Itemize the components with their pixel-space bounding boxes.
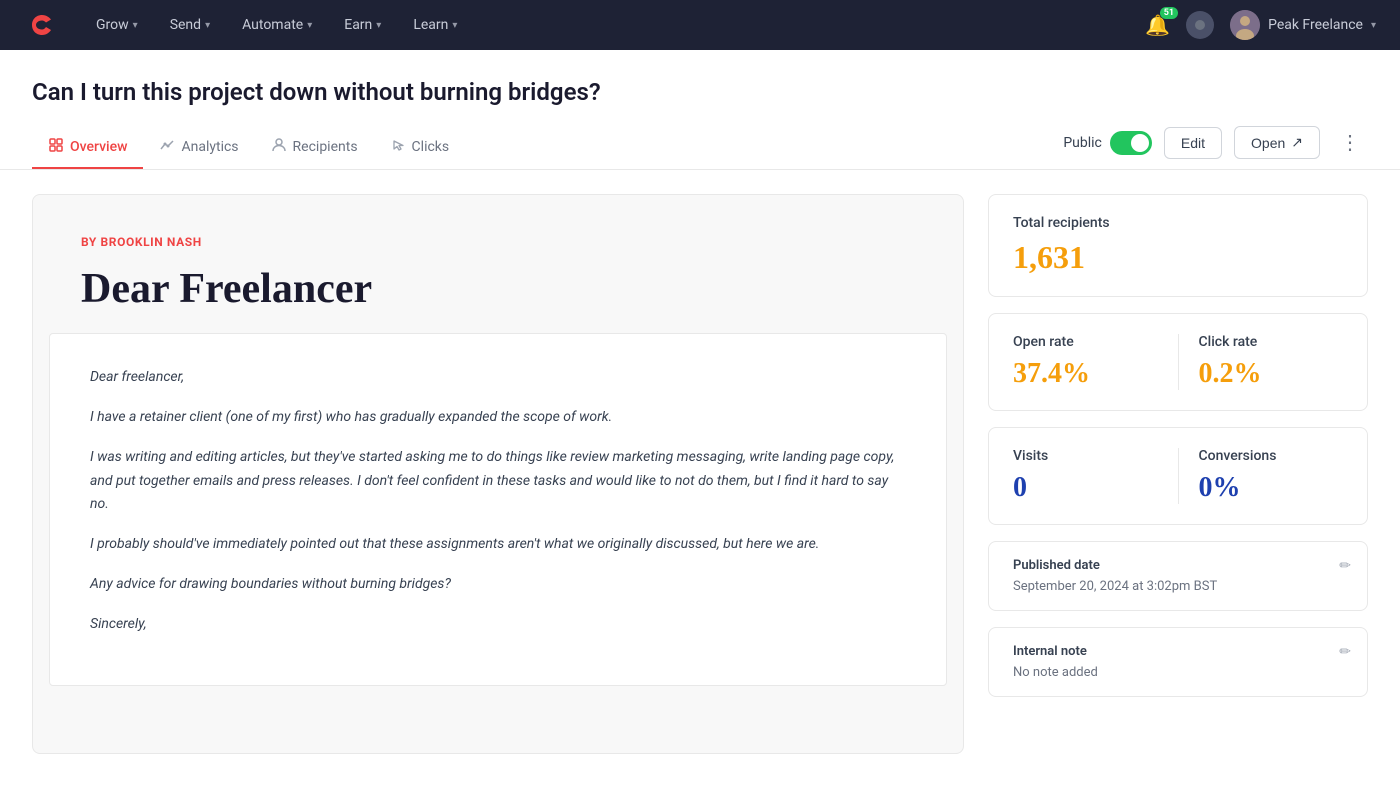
conversions-label: Conversions [1199,448,1344,464]
article-paragraph-1: Dear freelancer, [90,366,906,390]
tab-recipients[interactable]: Recipients [255,127,374,169]
article-paragraph-2: I have a retainer client (one of my firs… [90,406,906,430]
public-toggle[interactable]: Public [1063,131,1152,155]
article-header: BY BROOKLIN NASH Dear Freelancer [33,195,963,333]
toggle-switch[interactable] [1110,131,1152,155]
chevron-down-icon: ▾ [307,20,312,31]
page-container: Can I turn this project down without bur… [0,50,1400,793]
internal-note-label: Internal note [1013,644,1343,659]
avatar [1230,10,1260,40]
stat-visits-conversions: Visits 0 Conversions 0% [988,427,1368,525]
notification-badge: 51 [1160,7,1178,19]
chevron-down-icon: ▾ [205,20,210,31]
stat-total-recipients: Total recipients 1,631 [988,194,1368,297]
published-date-value: September 20, 2024 at 3:02pm BST [1013,579,1343,594]
article-title: Dear Freelancer [81,265,915,313]
published-date-label: Published date [1013,558,1343,573]
article-paragraph-3: I was writing and editing articles, but … [90,446,906,517]
nav-send[interactable]: Send ▾ [158,11,222,39]
external-link-icon: ↗ [1291,134,1303,151]
visits-stat: Visits 0 [1013,448,1179,504]
chevron-down-icon: ▾ [133,20,138,31]
stat-internal-note: Internal note No note added ✏ [988,627,1368,697]
brand-logo[interactable] [24,7,60,43]
navbar: Grow ▾ Send ▾ Automate ▾ Earn ▾ Learn ▾ … [0,0,1400,50]
article-byline: BY BROOKLIN NASH [81,235,915,249]
internal-note-edit-icon[interactable]: ✏ [1339,644,1351,660]
open-rate-value: 37.4% [1013,358,1158,390]
tab-overview[interactable]: Overview [32,127,143,169]
total-recipients-label: Total recipients [1013,215,1343,231]
more-options-button[interactable]: ⋮ [1332,129,1368,157]
conversions-stat: Conversions 0% [1179,448,1344,504]
nav-earn[interactable]: Earn ▾ [332,11,393,39]
open-button[interactable]: Open ↗ [1234,126,1320,159]
internal-note-value: No note added [1013,665,1343,680]
nav-learn[interactable]: Learn ▾ [401,11,469,39]
page-header: Can I turn this project down without bur… [0,50,1400,170]
user-menu[interactable]: Peak Freelance ▾ [1230,10,1376,40]
tabs-bar: Overview Analytics [32,126,1368,169]
rates-row: Open rate 37.4% Click rate 0.2% [1013,334,1343,390]
tab-clicks[interactable]: Clicks [374,127,466,169]
visits-value: 0 [1013,472,1158,504]
page-title: Can I turn this project down without bur… [32,78,1368,106]
tab-actions: Public Edit Open ↗ ⋮ [1063,126,1368,169]
recipients-icon [271,137,287,157]
stat-published-date: Published date September 20, 2024 at 3:0… [988,541,1368,611]
conversions-value: 0% [1199,472,1344,504]
chevron-down-icon: ▾ [376,20,381,31]
click-rate-value: 0.2% [1199,358,1344,390]
open-rate-label: Open rate [1013,334,1158,350]
click-rate-stat: Click rate 0.2% [1179,334,1344,390]
stat-rates: Open rate 37.4% Click rate 0.2% [988,313,1368,411]
article-paragraph-6: Sincerely, [90,613,906,637]
article-paragraph-5: Any advice for drawing boundaries withou… [90,573,906,597]
article-body: Dear freelancer, I have a retainer clien… [49,333,947,685]
circle-dot [1195,20,1205,30]
clicks-icon [390,137,406,157]
analytics-icon [159,137,175,157]
content-area: BY BROOKLIN NASH Dear Freelancer Dear fr… [0,170,1400,778]
chevron-down-icon: ▾ [452,20,457,31]
notification-bell[interactable]: 🔔 51 [1145,13,1170,37]
nav-grow[interactable]: Grow ▾ [84,11,150,39]
user-chevron-icon: ▾ [1371,20,1376,31]
published-date-edit-icon[interactable]: ✏ [1339,558,1351,574]
total-recipients-value: 1,631 [1013,239,1343,276]
nav-automate[interactable]: Automate ▾ [230,11,324,39]
open-rate-stat: Open rate 37.4% [1013,334,1179,390]
nav-circle-icon[interactable] [1186,11,1214,39]
overview-icon [48,137,64,157]
article-paragraph-4: I probably should've immediately pointed… [90,533,906,557]
nav-right: 🔔 51 Peak Freelance ▾ [1145,10,1376,40]
visits-conversions-row: Visits 0 Conversions 0% [1013,448,1343,504]
visits-label: Visits [1013,448,1158,464]
article-panel: BY BROOKLIN NASH Dear Freelancer Dear fr… [32,194,964,754]
click-rate-label: Click rate [1199,334,1344,350]
toggle-knob [1131,134,1149,152]
edit-button[interactable]: Edit [1164,127,1222,159]
tab-analytics[interactable]: Analytics [143,127,254,169]
stats-panel: Total recipients 1,631 Open rate 37.4% C… [988,194,1368,697]
